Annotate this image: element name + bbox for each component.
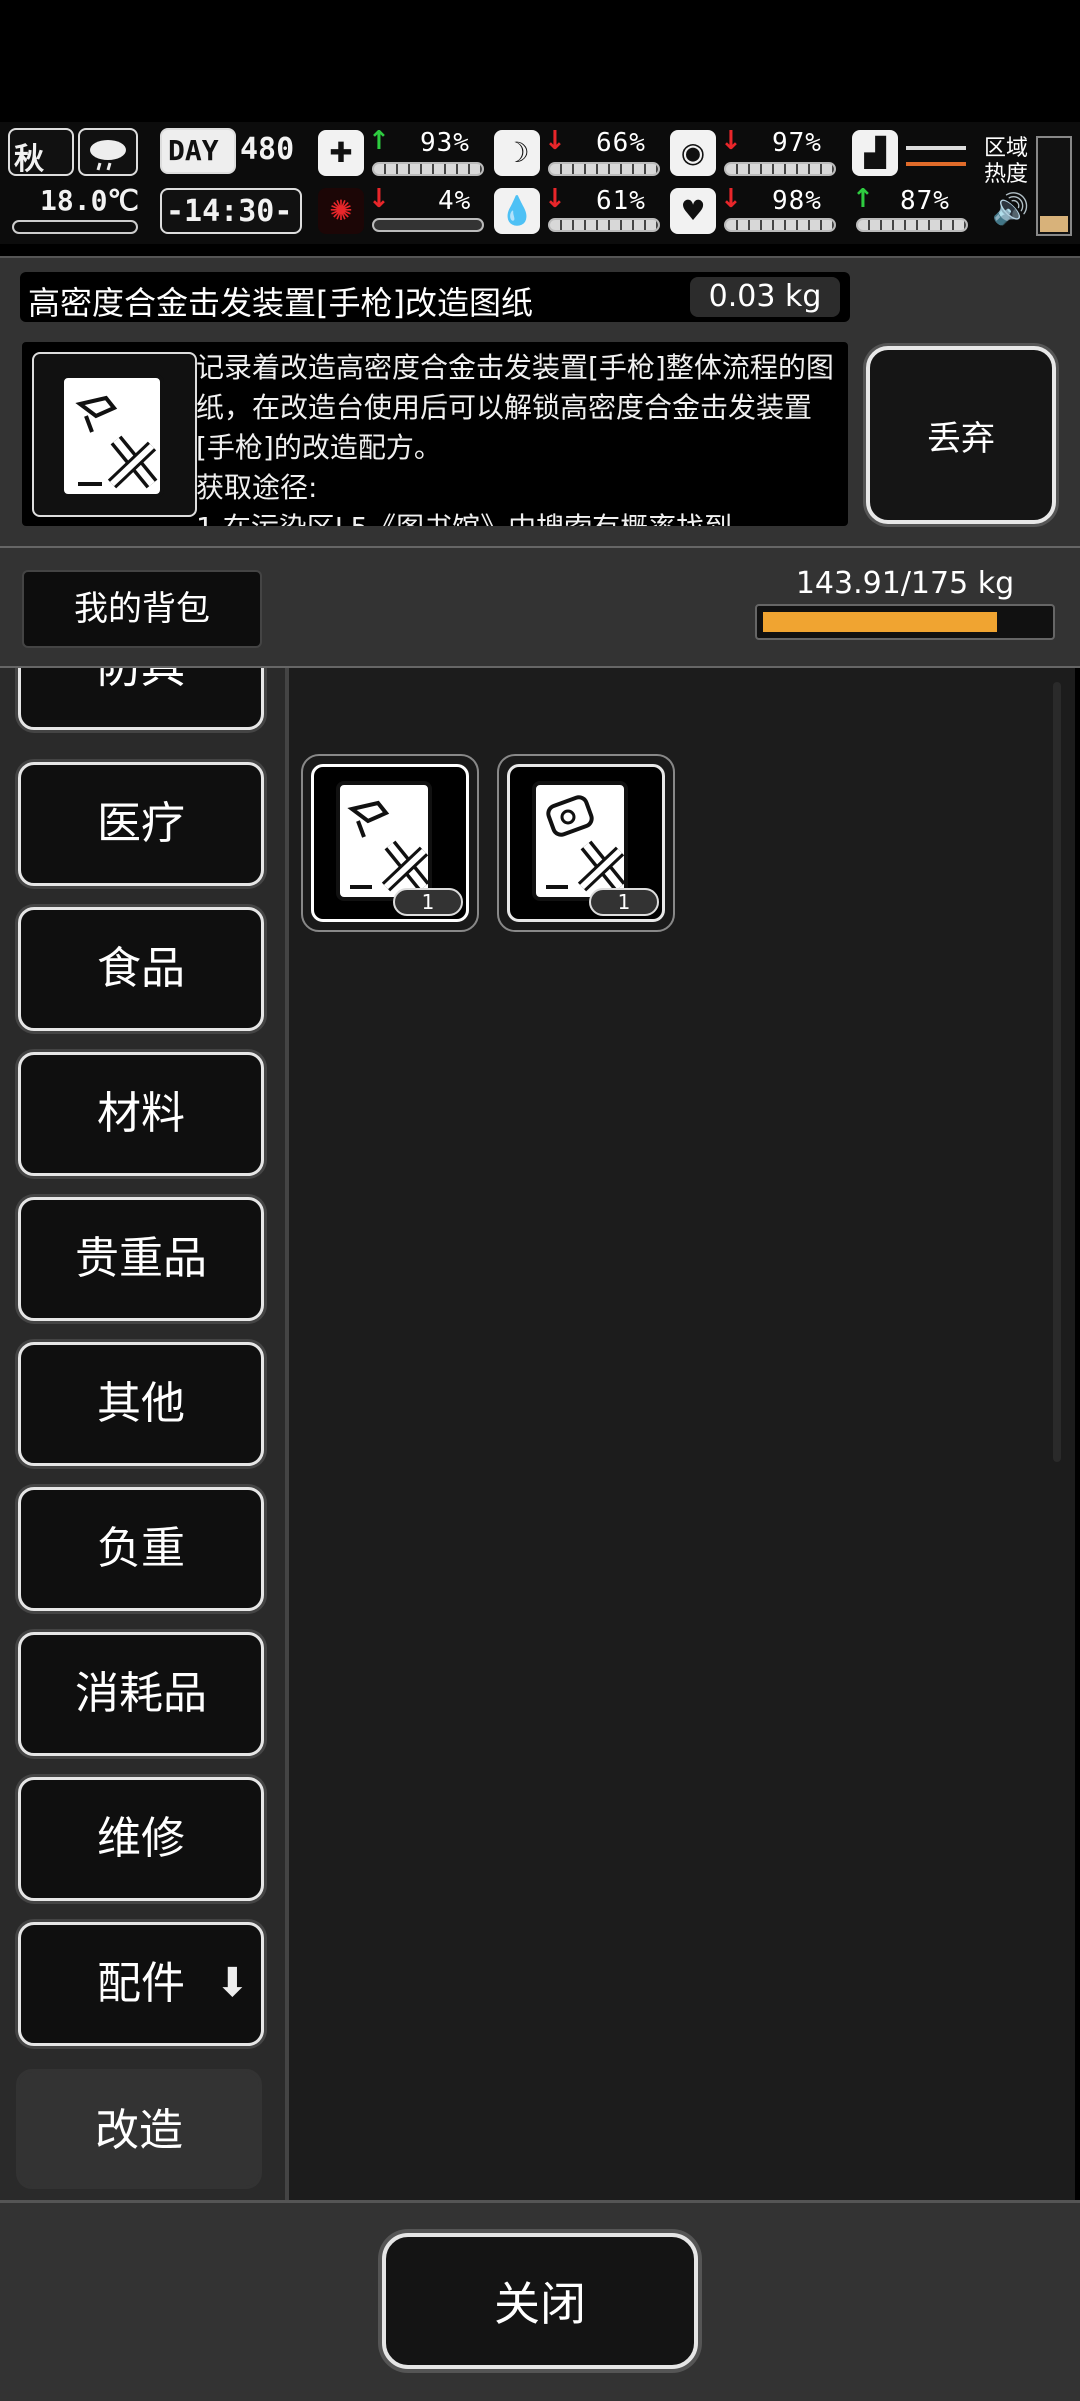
season-label: 秋 [14,142,44,177]
arrow-down-icon: ⬇ [215,1960,249,2006]
item-grid[interactable]: 1 1 [285,668,1075,2200]
category-food[interactable]: 食品 [18,907,264,1031]
stomach-bar [548,162,660,176]
clock-box: -14:30- [160,188,302,234]
water-bar [548,218,660,232]
item-title-bar: 高密度合金击发装置[手枪]改造图纸 0.03 kg [20,272,850,322]
stamina-bar [724,162,836,176]
heart-icon: ♥ [670,188,716,234]
category-repair[interactable]: 维修 [18,1777,264,1901]
brain-value: 4% [438,186,472,216]
day-label: DAY [168,134,219,167]
leg-trend-icon: ↑ [852,184,874,214]
day-box: DAY [160,128,236,174]
water-value: 61% [596,186,646,216]
clock-time: -14:30- [166,194,293,229]
category-label: 其他 [97,1378,185,1429]
item-description: 记录着改造高密度合金击发装置[手枪]整体流程的图纸，在改造台使用后可以解锁高密度… [196,351,834,528]
category-label: 医疗 [97,798,185,849]
category-consumables[interactable]: 消耗品 [18,1632,264,1756]
category-label: 改造 [95,2105,183,2156]
item-description-box[interactable]: 记录着改造高密度合金击发装置[手枪]整体流程的图纸，在改造台使用后可以解锁高密度… [20,340,850,528]
heart-value: 98% [772,186,822,216]
item-count: 1 [589,888,659,916]
stomach-trend-icon: ↓ [544,126,566,156]
brain-trend-icon: ↓ [368,184,390,214]
stomach-value: 66% [596,128,646,158]
water-trend-icon: ↓ [544,184,566,214]
category-label: 维修 [97,1813,185,1864]
zone-heat-label: 区域热度 [984,136,1029,187]
category-label: 配件 [97,1958,185,2009]
item-slot[interactable]: 1 [301,754,479,932]
close-button[interactable]: 关闭 [382,2233,698,2369]
heart-trend-icon: ↓ [720,184,742,214]
zone-heat-gauge [1036,136,1072,236]
category-other[interactable]: 其他 [18,1342,264,1466]
discard-button[interactable]: 丢弃 [866,346,1056,524]
bag-weight-bar [755,604,1055,640]
category-modification[interactable]: 改造 [16,2069,262,2189]
grid-scrollbar[interactable] [1053,682,1061,1462]
stamina-trend-icon: ↓ [720,126,742,156]
category-list[interactable]: 防具 医疗 食品 材料 贵重品 其他 负重 消耗品 维修 配件 ⬇ 改造 [0,668,285,2200]
category-label: 负重 [97,1523,185,1574]
bag-weight-text: 143.91/175 kg [795,566,1015,601]
leg-icon: ▟ [852,130,898,176]
brain-bar [372,218,484,232]
water-drop-icon: 💧 [494,188,540,234]
stamina-value: 97% [772,128,822,158]
health-value: 93% [420,128,470,158]
leg-value: 87% [900,186,950,216]
speaker-icon[interactable]: 🔊 [992,192,1029,227]
category-label: 贵重品 [75,1233,207,1284]
category-label: 消耗品 [75,1668,207,1719]
season-box: 秋 [8,128,74,177]
item-title: 高密度合金击发装置[手枪]改造图纸 [28,284,533,322]
bag-weight-fill [763,612,997,632]
category-materials[interactable]: 材料 [18,1052,264,1176]
stomach-icon: ☽ [494,130,540,176]
bag-header: 我的背包 143.91/175 kg [0,546,1080,668]
category-load[interactable]: 负重 [18,1487,264,1611]
leg-bar [856,218,968,232]
medkit-icon: ✚ [318,130,364,176]
leg-status-bars [906,146,966,166]
category-label: 材料 [97,1088,185,1139]
thermometer-icon [12,220,138,234]
temperature: 18.0℃ [40,184,139,217]
item-count: 1 [393,888,463,916]
category-armor[interactable]: 防具 [18,668,264,730]
day-number: 480 [240,132,295,167]
bag-title: 我的背包 [22,570,262,648]
category-accessories[interactable]: 配件 ⬇ [18,1922,264,2046]
zone-heat-fill [1040,216,1068,232]
item-weight: 0.03 kg [690,277,840,317]
footer: 关闭 [0,2200,1080,2401]
category-label: 食品 [97,943,185,994]
health-bar [372,162,484,176]
heart-bar [724,218,836,232]
category-valuables[interactable]: 贵重品 [18,1197,264,1321]
stamina-icon: ◉ [670,130,716,176]
category-label: 防具 [97,668,185,693]
item-detail-panel: 高密度合金击发装置[手枪]改造图纸 0.03 kg 记录着改造高密度合金击发装置… [0,256,1080,546]
item-preview-blueprint-icon [32,352,197,517]
item-slot[interactable]: 1 [497,754,675,932]
category-medical[interactable]: 医疗 [18,762,264,886]
status-bar: 秋 18.0℃ DAY 480 -14:30- ✚ ↑ 93% ✺ ↓ 4% ☽… [0,122,1080,244]
health-trend-icon: ↑ [368,126,390,156]
brain-icon: ✺ [318,188,364,234]
weather-icon [78,128,138,176]
